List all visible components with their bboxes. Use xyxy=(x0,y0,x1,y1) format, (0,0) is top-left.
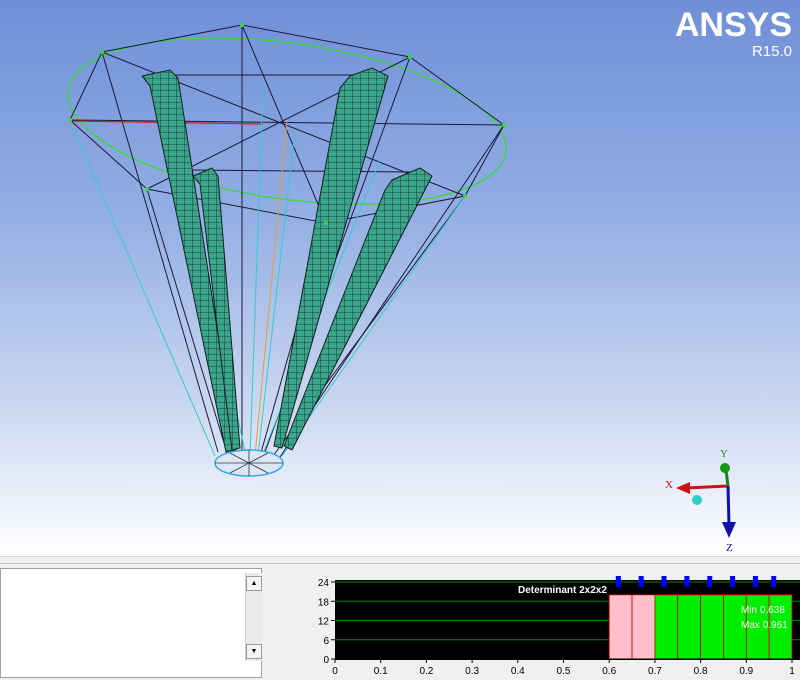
x-tick-label: 1 xyxy=(789,666,795,677)
message-panel[interactable]: ▲ ▼ xyxy=(0,568,262,678)
metric-marker xyxy=(707,576,713,587)
metric-marker xyxy=(730,576,736,587)
y-tick-label: 18 xyxy=(318,597,330,608)
x-tick-label: 0.9 xyxy=(739,666,753,677)
scroll-down-button[interactable]: ▼ xyxy=(246,644,262,659)
x-tick-label: 0.3 xyxy=(465,666,479,677)
x-tick-label: 0.2 xyxy=(419,666,433,677)
y-tick-label: 12 xyxy=(318,617,330,628)
message-scrollbar[interactable]: ▲ ▼ xyxy=(245,573,262,661)
metric-marker xyxy=(615,576,621,587)
y-tick-label: 0 xyxy=(323,655,329,666)
metric-marker xyxy=(661,576,667,587)
metric-marker xyxy=(771,576,777,587)
x-tick-label: 0.7 xyxy=(648,666,662,677)
x-axis-label: X xyxy=(665,479,673,491)
mesh-metric-chart[interactable]: Determinant 2x2x2 Min 0.638 Max 0.961 0 6 12 1… xyxy=(300,568,800,680)
ansys-logo: ANSYS R15.0 xyxy=(675,6,792,60)
x-tick-label: 0 xyxy=(332,666,338,677)
histogram-bar xyxy=(654,594,679,660)
panel-splitter[interactable] xyxy=(0,556,800,564)
ansys-version: R15.0 xyxy=(751,43,792,60)
metric-marker xyxy=(752,576,758,587)
y-axis-label: Y xyxy=(720,448,728,460)
histogram-bar xyxy=(631,594,656,660)
graphics-viewport[interactable]: X Y Z ANSYS R15.0 xyxy=(0,0,800,556)
max-stat: Max 0.961 xyxy=(741,620,788,631)
bottom-panel: ▲ ▼ Determinant 2x2x2 Min 0.638 Max 0.961 0… xyxy=(0,564,800,680)
y-tick-label: 24 xyxy=(318,578,330,589)
chart-title: Determinant 2x2x2 xyxy=(518,585,607,596)
x-tick-label: 0.6 xyxy=(602,666,616,677)
y-tick-label: 6 xyxy=(323,636,329,647)
histogram-bar xyxy=(677,594,702,660)
z-axis-label: Z xyxy=(726,542,733,554)
x-tick-label: 0.5 xyxy=(557,666,571,677)
x-tick-label: 0.1 xyxy=(374,666,388,677)
mesh-model: X Y Z xyxy=(67,23,736,554)
metric-marker xyxy=(638,576,644,587)
axis-triad: X Y Z xyxy=(665,448,736,554)
histogram-svg: Determinant 2x2x2 Min 0.638 Max 0.961 0 6 12 1… xyxy=(318,576,800,677)
metric-marker xyxy=(684,576,690,587)
ansys-brand: ANSYS xyxy=(674,6,792,44)
min-stat: Min 0.638 xyxy=(741,605,785,616)
x-tick-label: 0.8 xyxy=(694,666,708,677)
scroll-up-button[interactable]: ▲ xyxy=(246,576,262,591)
x-tick-label: 0.4 xyxy=(511,666,525,677)
histogram-bar xyxy=(700,594,724,660)
histogram-bar xyxy=(608,594,633,660)
